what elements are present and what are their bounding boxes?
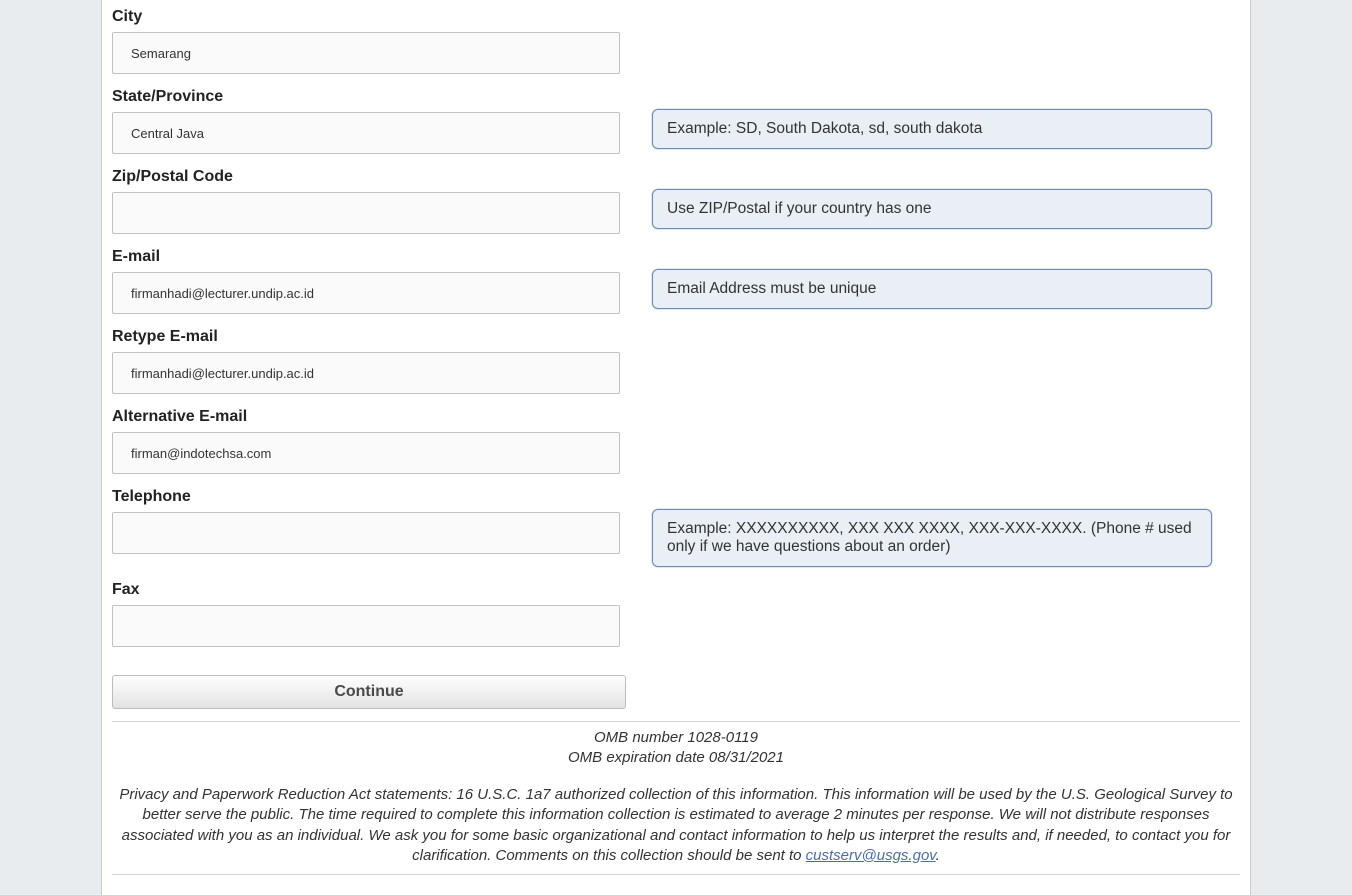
label-state: State/Province <box>112 88 622 106</box>
input-alt-email[interactable] <box>112 432 620 474</box>
label-alt-email: Alternative E-mail <box>112 408 622 426</box>
input-fax[interactable] <box>112 605 620 647</box>
hint-state: Example: SD, South Dakota, sd, south dak… <box>652 109 1212 149</box>
input-zip[interactable] <box>112 192 620 234</box>
row-zip: Zip/Postal Code Use ZIP/Postal if your c… <box>112 160 1240 234</box>
label-fax: Fax <box>112 581 622 599</box>
row-retype-email: Retype E-mail <box>112 320 1240 394</box>
input-state[interactable] <box>112 112 620 154</box>
label-retype-email: Retype E-mail <box>112 328 622 346</box>
hint-telephone: Example: XXXXXXXXXX, XXX XXX XXXX, XXX-X… <box>652 509 1212 567</box>
label-city: City <box>112 8 622 26</box>
input-city[interactable] <box>112 32 620 74</box>
privacy-email-link[interactable]: custserv@usgs.gov <box>806 847 936 864</box>
row-email: E-mail Email Address must be unique <box>112 240 1240 314</box>
row-fax: Fax <box>112 573 1240 647</box>
form-container: City State/Province Example: SD, South D… <box>101 0 1251 895</box>
omb-block: OMB number 1028-0119 OMB expiration date… <box>112 728 1240 767</box>
hint-zip: Use ZIP/Postal if your country has one <box>652 189 1212 229</box>
input-telephone[interactable] <box>112 512 620 554</box>
hint-email: Email Address must be unique <box>652 269 1212 309</box>
continue-button[interactable]: Continue <box>112 675 626 709</box>
divider-top <box>112 721 1240 722</box>
omb-expiration: OMB expiration date 08/31/2021 <box>112 748 1240 768</box>
label-email: E-mail <box>112 248 622 266</box>
divider-bottom <box>112 874 1240 875</box>
privacy-text-2: . <box>936 847 940 864</box>
row-telephone: Telephone Example: XXXXXXXXXX, XXX XXX X… <box>112 480 1240 567</box>
row-alt-email: Alternative E-mail <box>112 400 1240 474</box>
privacy-text-1: Privacy and Paperwork Reduction Act stat… <box>119 786 1232 864</box>
privacy-statement: Privacy and Paperwork Reduction Act stat… <box>112 785 1240 866</box>
input-email[interactable] <box>112 272 620 314</box>
omb-number: OMB number 1028-0119 <box>112 728 1240 748</box>
row-state: State/Province Example: SD, South Dakota… <box>112 80 1240 154</box>
row-city: City <box>112 0 1240 74</box>
label-telephone: Telephone <box>112 488 622 506</box>
label-zip: Zip/Postal Code <box>112 168 622 186</box>
input-retype-email[interactable] <box>112 352 620 394</box>
